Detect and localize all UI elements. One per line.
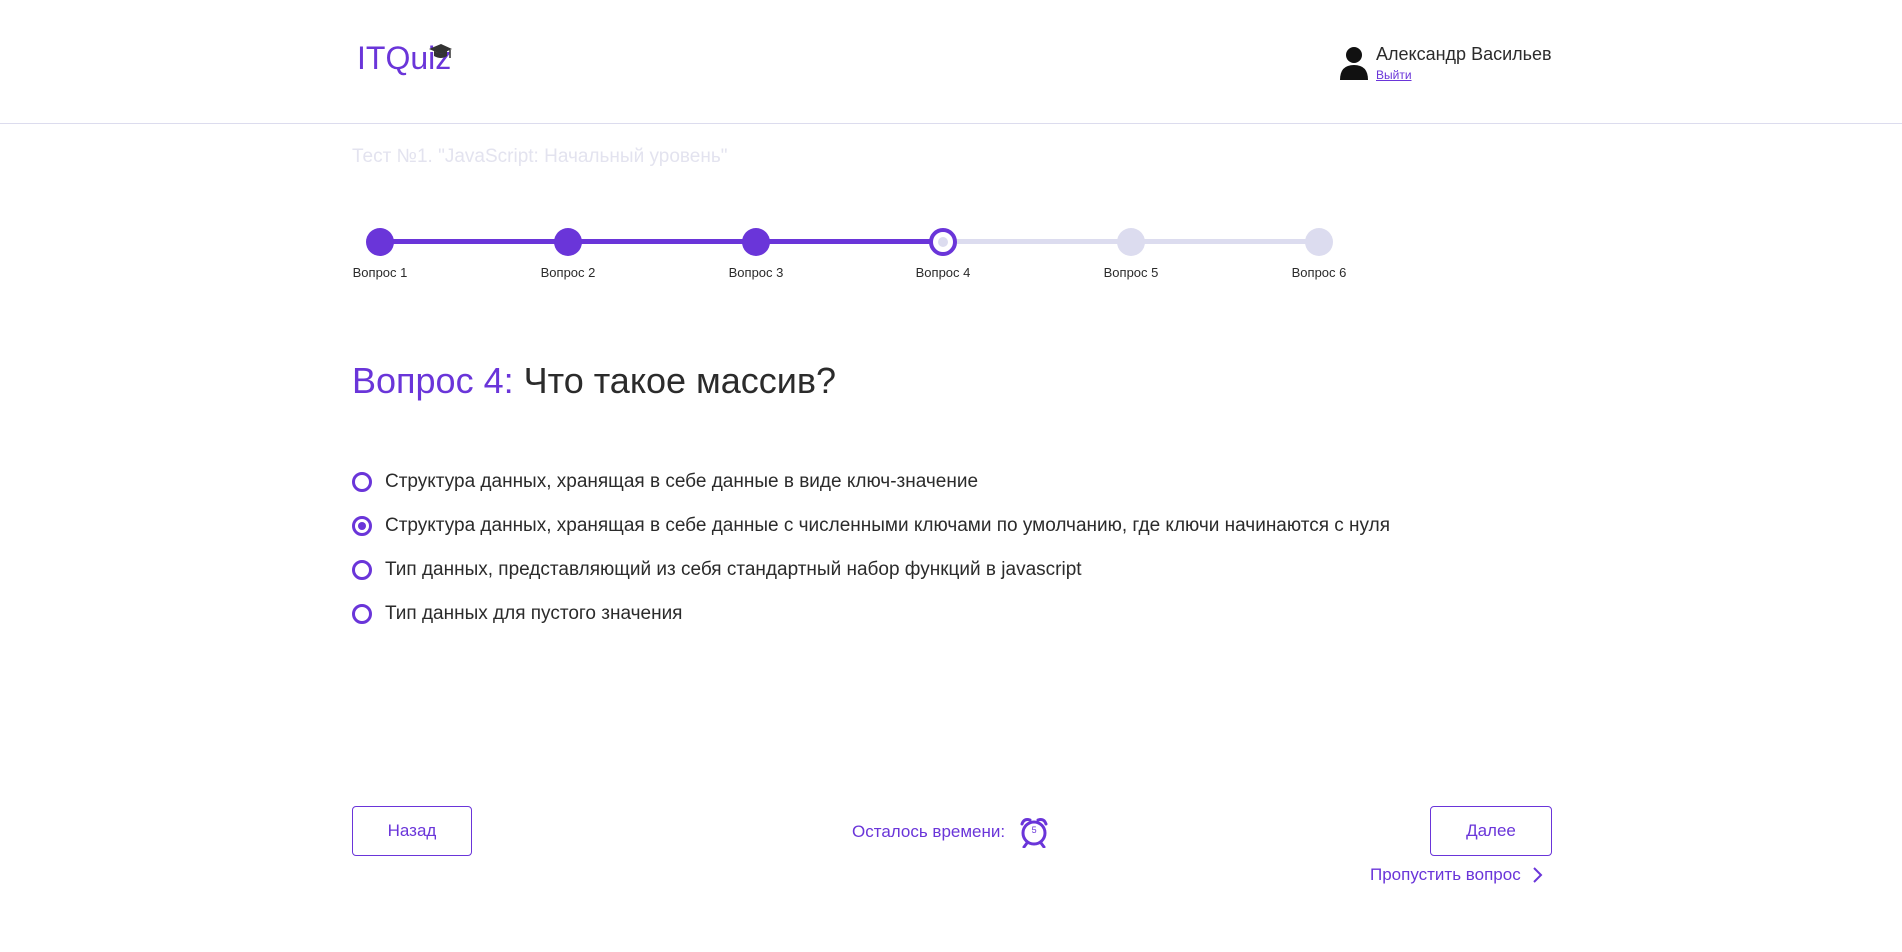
back-button[interactable]: Назад: [352, 806, 472, 856]
graduation-cap-icon: [429, 44, 452, 58]
alarm-clock-icon: 5: [1019, 816, 1049, 849]
progress-step-3[interactable]: [742, 228, 770, 256]
answer-option[interactable]: Структура данных, хранящая в себе данные…: [352, 504, 1390, 548]
next-button[interactable]: Далее: [1430, 806, 1552, 856]
answer-text: Структура данных, хранящая в себе данные…: [385, 471, 979, 492]
radio-button[interactable]: [352, 516, 372, 536]
progress-step-label: Вопрос 2: [540, 265, 596, 280]
answer-list: Структура данных, хранящая в себе данные…: [352, 460, 1390, 636]
radio-button[interactable]: [352, 604, 372, 624]
timer: Осталось времени: 5: [852, 816, 1049, 849]
test-title: Тест №1. "JavaScript: Начальный уровень": [352, 146, 728, 167]
progress-step-label: Вопрос 6: [1291, 265, 1347, 280]
answer-option[interactable]: Структура данных, хранящая в себе данные…: [352, 460, 1390, 504]
question-progress: Вопрос 1 Вопрос 2 Вопрос 3 Вопрос 4 Вопр…: [352, 228, 1352, 288]
answer-option[interactable]: Тип данных, представляющий из себя станд…: [352, 548, 1390, 592]
chevron-right-icon: [1532, 867, 1543, 883]
logout-link[interactable]: Выйти: [1376, 68, 1412, 82]
progress-step-5[interactable]: [1117, 228, 1145, 256]
timer-value: 5: [1031, 825, 1037, 835]
progress-step-6[interactable]: [1305, 228, 1333, 256]
answer-text: Тип данных для пустого значения: [385, 603, 683, 624]
answer-text: Тип данных, представляющий из себя станд…: [385, 559, 1082, 580]
answer-text: Структура данных, хранящая в себе данные…: [385, 515, 1390, 536]
progress-step-4[interactable]: [929, 228, 957, 256]
progress-step-2[interactable]: [554, 228, 582, 256]
progress-step-1[interactable]: [366, 228, 394, 256]
timer-label: Осталось времени:: [852, 822, 1006, 841]
answer-option[interactable]: Тип данных для пустого значения: [352, 592, 1390, 636]
progress-step-label: Вопрос 4: [915, 265, 971, 280]
progress-line-completed: [380, 239, 943, 244]
question-text: Что такое массив?: [523, 360, 837, 401]
progress-step-label: Вопрос 3: [728, 265, 784, 280]
question-number: Вопрос 4:: [352, 360, 514, 401]
skip-question-label: Пропустить вопрос: [1370, 865, 1521, 884]
user-icon: [1340, 47, 1368, 80]
user-name: Александр Васильев: [1376, 44, 1552, 64]
skip-question-link[interactable]: Пропустить вопрос: [1370, 865, 1543, 885]
question-heading: Вопрос 4: Что такое массив?: [352, 360, 836, 402]
progress-step-label: Вопрос 1: [352, 265, 408, 280]
radio-button[interactable]: [352, 560, 372, 580]
radio-button[interactable]: [352, 472, 372, 492]
progress-step-label: Вопрос 5: [1103, 265, 1159, 280]
header: ITQuiz Александр Васильев Выйти: [0, 0, 1902, 124]
